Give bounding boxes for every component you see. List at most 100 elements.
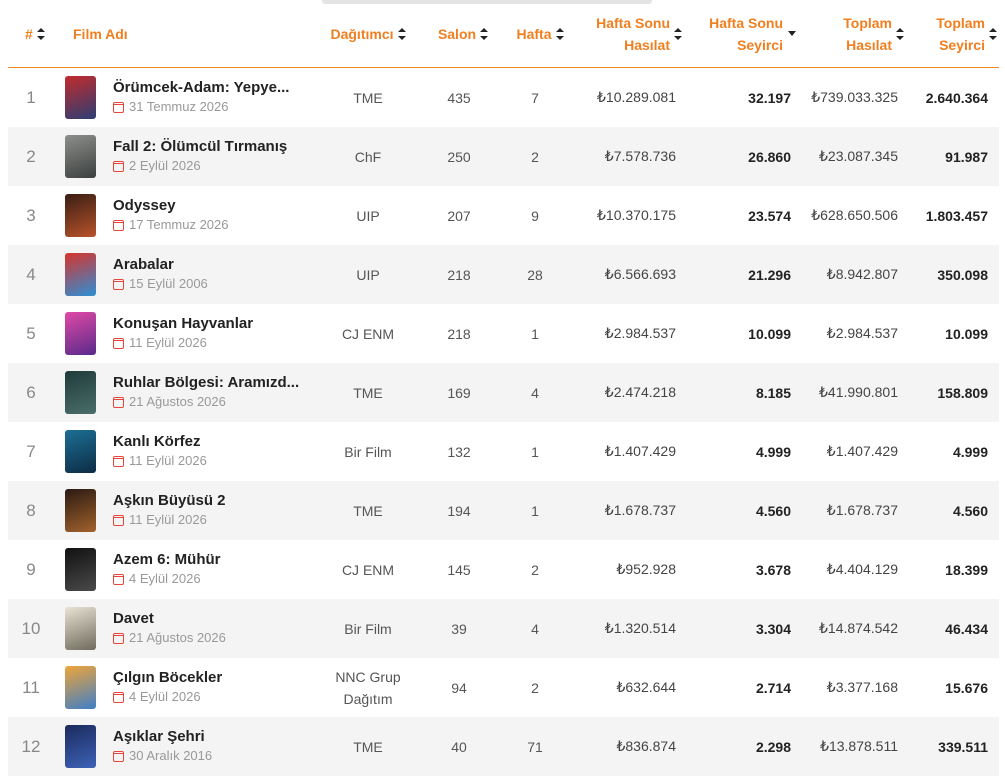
table-row[interactable]: 5 Konuşan Hayvanlar 11 Eylül 2026 CJ ENM 218… [8, 304, 999, 363]
movie-poster[interactable] [65, 666, 96, 709]
box-office-table: # Film Adı Dağıtımcı Salon Hafta Hafta S… [8, 0, 999, 776]
header-weekend-admissions-label: Hafta Sonu Seyirci [709, 12, 783, 56]
week: 1 [531, 443, 539, 460]
movie-poster[interactable] [65, 548, 96, 591]
distributor-text: CJ ENM [341, 561, 395, 578]
distributor: CJ ENM [323, 304, 413, 363]
header-weekend-admissions-line1: Hafta Sonu [709, 15, 783, 31]
film-title-link[interactable]: Davet [113, 609, 313, 629]
header-screens-label: Salon [437, 26, 477, 42]
movie-poster[interactable] [65, 725, 96, 768]
table-row[interactable]: 8 Aşkın Büyüsü 2 11 Eylül 2026 TME 194 1 ₺1.67… [8, 481, 999, 540]
film-title-link[interactable]: Azem 6: Mühür [113, 550, 313, 570]
header-weekend-gross[interactable]: Hafta Sonu Hasılat [578, 0, 682, 68]
film-info: Örümcek-Adam: Yepye... 31 Temmuz 2026 [113, 78, 313, 116]
weekend-admissions: 3.304 [755, 620, 791, 637]
table-header: # Film Adı Dağıtımcı Salon Hafta Hafta S… [8, 0, 999, 68]
film-title-link[interactable]: Aşkın Büyüsü 2 [113, 491, 313, 511]
screens: 435 [447, 89, 471, 106]
calendar-icon [113, 514, 124, 526]
film-info: Arabalar 15 Eylül 2006 [113, 255, 313, 293]
movie-poster[interactable] [65, 607, 96, 650]
calendar-icon [113, 101, 124, 113]
header-total-admissions[interactable]: Toplam Seyirci [908, 0, 997, 68]
weekend-gross: ₺836.874 [616, 738, 676, 754]
header-rank[interactable]: # [25, 0, 55, 68]
rank-number: 8 [26, 500, 36, 520]
table-row[interactable]: 2 Fall 2: Ölümcül Tırmanış 2 Eylül 2026 ChF… [8, 127, 999, 186]
film-title-link[interactable]: Kanlı Körfez [113, 432, 313, 452]
table-row[interactable]: 1 Örümcek-Adam: Yepye... 31 Temmuz 2026 TME… [8, 68, 999, 127]
table-row[interactable]: 7 Kanlı Körfez 11 Eylül 2026 Bir Film 132 1 ₺1… [8, 422, 999, 481]
distributor: UIP [323, 186, 413, 245]
sort-desc-icon [788, 31, 796, 37]
movie-poster[interactable] [65, 253, 96, 296]
week: 71 [527, 738, 543, 755]
film-title-link[interactable]: Odyssey [113, 196, 313, 216]
weekend-gross: ₺1.407.429 [604, 443, 676, 459]
film-title-link[interactable]: Çılgın Böcekler [113, 668, 313, 688]
table-row[interactable]: 6 Ruhlar Bölgesi: Aramızd... 21 Ağustos 20… [8, 363, 999, 422]
header-weekend-admissions[interactable]: Hafta Sonu Seyirci [688, 0, 796, 68]
release-date: 11 Eylül 2026 [113, 334, 313, 352]
distributor: NNC Grup Dağıtım [323, 658, 413, 717]
weekend-admissions: 3.678 [755, 561, 791, 578]
movie-poster[interactable] [65, 430, 96, 473]
header-distributor[interactable]: Dağıtımcı [323, 0, 413, 68]
sort-icon [896, 28, 904, 40]
table-row[interactable]: 3 Odyssey 17 Temmuz 2026 UIP 207 9 ₺10.370.175… [8, 186, 999, 245]
film-info: Odyssey 17 Temmuz 2026 [113, 196, 313, 234]
week: 2 [531, 679, 539, 696]
release-date-text: 30 Aralık 2016 [129, 748, 213, 763]
header-total-gross[interactable]: Toplam Hasılat [808, 0, 904, 68]
header-week[interactable]: Hafta [505, 0, 575, 68]
table-row[interactable]: 11 Çılgın Böcekler 4 Eylül 2026 NNC Grup Da… [8, 658, 999, 717]
film-info: Azem 6: Mühür 4 Eylül 2026 [113, 550, 313, 588]
distributor: TME [323, 363, 413, 422]
film-title-link[interactable]: Arabalar [113, 255, 313, 275]
week: 1 [531, 325, 539, 342]
movie-poster[interactable] [65, 371, 96, 414]
table-row[interactable]: 12 Aşıklar Şehri 30 Aralık 2016 TME 40 71 ₺836… [8, 717, 999, 776]
header-total-gross-line1: Toplam [843, 15, 892, 31]
movie-poster[interactable] [65, 489, 96, 532]
screens: 94 [451, 679, 467, 696]
total-admissions: 15.676 [945, 679, 988, 696]
movie-poster[interactable] [65, 194, 96, 237]
total-gross: ₺1.678.737 [826, 502, 898, 518]
header-screens[interactable]: Salon [428, 0, 498, 68]
rank-number: 7 [26, 441, 36, 461]
release-date: 4 Eylül 2026 [113, 688, 313, 706]
rank-number: 10 [21, 618, 41, 638]
total-gross: ₺3.377.168 [826, 679, 898, 695]
weekend-admissions: 10.099 [748, 325, 791, 342]
table-row[interactable]: 9 Azem 6: Mühür 4 Eylül 2026 CJ ENM 145 2 ₺952… [8, 540, 999, 599]
week: 28 [527, 266, 543, 283]
table-row[interactable]: 10 Davet 21 Ağustos 2026 Bir Film 39 4 ₺1.320.… [8, 599, 999, 658]
header-film[interactable]: Film Adı [73, 0, 173, 68]
release-date: 17 Temmuz 2026 [113, 216, 313, 234]
film-title-link[interactable]: Fall 2: Ölümcül Tırmanış [113, 137, 313, 157]
total-admissions: 18.399 [945, 561, 988, 578]
total-admissions: 350.098 [937, 266, 988, 283]
movie-poster[interactable] [65, 312, 96, 355]
weekend-gross: ₺1.320.514 [604, 620, 676, 636]
weekend-admissions: 23.574 [748, 207, 791, 224]
total-admissions: 1.803.457 [925, 207, 988, 224]
film-title-link[interactable]: Konuşan Hayvanlar [113, 314, 313, 334]
distributor-text: TME [353, 502, 383, 519]
header-weekend-gross-label: Hafta Sonu Hasılat [596, 12, 670, 56]
table-row[interactable]: 4 Arabalar 15 Eylül 2006 UIP 218 28 ₺6.566.693… [8, 245, 999, 304]
header-week-label: Hafta [516, 26, 552, 42]
distributor: ChF [323, 127, 413, 186]
movie-poster[interactable] [65, 135, 96, 178]
sort-icon [674, 28, 682, 40]
film-title-link[interactable]: Örümcek-Adam: Yepye... [113, 78, 313, 98]
calendar-icon [113, 160, 124, 172]
film-title-link[interactable]: Aşıklar Şehri [113, 727, 313, 747]
release-date: 21 Ağustos 2026 [113, 393, 313, 411]
screens: 207 [447, 207, 471, 224]
film-info: Fall 2: Ölümcül Tırmanış 2 Eylül 2026 [113, 137, 313, 175]
movie-poster[interactable] [65, 76, 96, 119]
film-title-link[interactable]: Ruhlar Bölgesi: Aramızd... [113, 373, 313, 393]
